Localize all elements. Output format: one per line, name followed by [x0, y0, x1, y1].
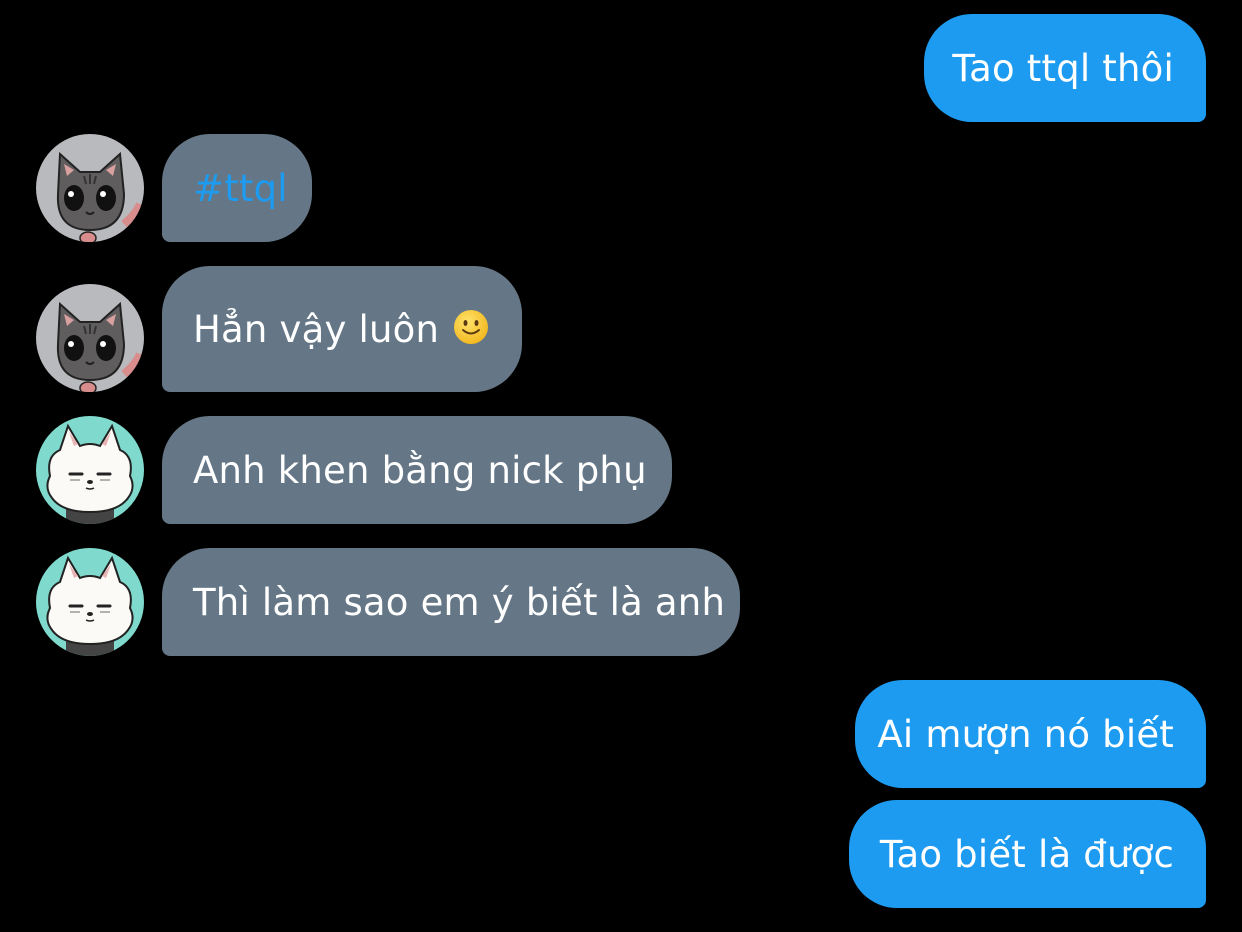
message-bubble-incoming[interactable]: Thì làm sao em ý biết là anh — [162, 548, 740, 656]
message-text: Tao biết là được — [879, 832, 1174, 876]
white-dog-avatar-icon[interactable] — [36, 416, 144, 524]
white-dog-avatar-icon[interactable] — [36, 548, 144, 656]
gray-cat-avatar-icon[interactable] — [36, 134, 144, 242]
message-bubble-outgoing[interactable]: Ai mượn nó biết — [855, 680, 1206, 788]
message-text: Tao ttql thôi — [952, 46, 1174, 90]
hashtag-link[interactable]: #ttql — [193, 167, 288, 210]
message-text: Ai mượn nó biết — [877, 712, 1174, 756]
message-text: Hẳn vậy luôn — [193, 307, 440, 351]
message-bubble-incoming[interactable]: Anh khen bằng nick phụ — [162, 416, 672, 524]
slightly-smiling-face-icon — [454, 310, 489, 344]
message-text: Anh khen bằng nick phụ — [193, 448, 647, 492]
message-bubble-incoming[interactable]: #ttql — [162, 134, 312, 242]
gray-cat-avatar-icon[interactable] — [36, 284, 144, 392]
message-text: Thì làm sao em ý biết là anh — [193, 580, 726, 624]
message-bubble-outgoing[interactable]: Tao biết là được — [849, 800, 1206, 908]
message-bubble-incoming[interactable]: Hẳn vậy luôn — [162, 266, 522, 392]
message-bubble-outgoing[interactable]: Tao ttql thôi — [924, 14, 1206, 122]
